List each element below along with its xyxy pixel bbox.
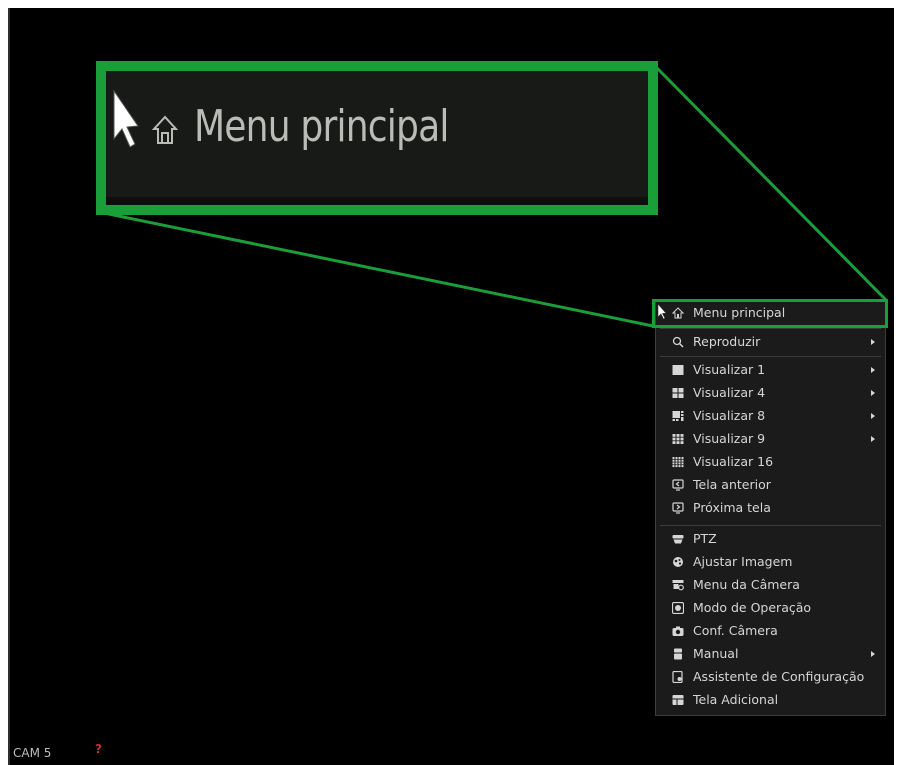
additional-screen-icon (672, 695, 684, 705)
menu-item-label: Visualizar 1 (693, 362, 766, 377)
menu-item-visualizar-1[interactable]: Visualizar 1 (656, 359, 885, 381)
menu-item-visualizar-9[interactable]: Visualizar 9 (656, 428, 885, 450)
menu-item-conf-camera[interactable]: Conf. Câmera (656, 620, 885, 642)
single-view-icon (672, 365, 684, 375)
search-icon (672, 336, 684, 348)
menu-separator (660, 525, 881, 526)
submenu-arrow-icon (871, 651, 875, 657)
menu-item-label: Ajustar Imagem (693, 554, 793, 569)
manual-icon (674, 648, 682, 660)
submenu-arrow-icon (871, 413, 875, 419)
menu-item-proxima-tela[interactable]: Próxima tela (656, 497, 885, 519)
image-adjust-icon (673, 557, 683, 567)
menu-item-menu-da-camera[interactable]: Menu da Câmera (656, 574, 885, 596)
menu-item-label: Assistente de Configuração (693, 669, 865, 684)
menu-item-manual[interactable]: Manual (656, 643, 885, 665)
dvr-screen: Menu principal Menu principal Reproduzir (0, 0, 898, 765)
sixteen-view-icon (672, 457, 684, 468)
quad-view-icon (672, 388, 684, 398)
menu-item-assistente-de-configuracao[interactable]: Assistente de Configuração (656, 666, 885, 688)
menu-item-label: Próxima tela (693, 500, 771, 515)
menu-item-label: Tela Adicional (693, 692, 779, 707)
menu-item-ptz[interactable]: PTZ (656, 528, 885, 550)
submenu-arrow-icon (871, 367, 875, 373)
menu-item-tela-anterior[interactable]: Tela anterior (656, 474, 885, 496)
camera-settings-icon (672, 626, 684, 636)
menu-item-label: Visualizar 16 (693, 454, 774, 469)
menu-item-label: PTZ (693, 531, 717, 546)
menu-separator (660, 356, 881, 357)
context-menu: Menu principal Reproduzir Visualizar 1 V… (655, 299, 886, 716)
zoom-callout-shadow (106, 197, 648, 205)
zoom-callout: Menu principal (96, 61, 658, 215)
previous-screen-icon (672, 479, 684, 491)
submenu-arrow-icon (871, 339, 875, 345)
menu-item-label: Reproduzir (693, 334, 761, 349)
mouse-cursor-icon (657, 303, 667, 320)
menu-item-label: Manual (693, 646, 739, 661)
camera-menu-icon (672, 580, 684, 591)
menu-item-visualizar-4[interactable]: Visualizar 4 (656, 382, 885, 404)
camera-label: CAM 5 (13, 746, 52, 760)
menu-item-highlight-frame (652, 299, 888, 328)
eight-view-icon (672, 411, 684, 421)
menu-item-label: Tela anterior (693, 477, 771, 492)
home-icon (152, 115, 178, 144)
submenu-arrow-icon (871, 436, 875, 442)
menu-item-modo-de-operacao[interactable]: Modo de Operação (656, 597, 885, 619)
operation-mode-icon (672, 602, 684, 614)
menu-item-label: Modo de Operação (693, 600, 812, 615)
menu-separator (660, 328, 881, 329)
menu-item-visualizar-8[interactable]: Visualizar 8 (656, 405, 885, 427)
next-screen-icon (672, 502, 684, 514)
menu-item-label: Menu da Câmera (693, 577, 800, 592)
status-indicator: ? (95, 742, 102, 756)
menu-item-tela-adicional[interactable]: Tela Adicional (656, 689, 885, 711)
nine-view-icon (672, 434, 684, 444)
menu-item-ajustar-imagem[interactable]: Ajustar Imagem (656, 551, 885, 573)
menu-item-label: Visualizar 9 (693, 431, 766, 446)
screen-left-border (8, 8, 10, 765)
menu-item-visualizar-16[interactable]: Visualizar 16 (656, 451, 885, 473)
setup-wizard-icon (672, 671, 683, 683)
ptz-icon (672, 535, 684, 544)
mouse-cursor-icon (113, 89, 139, 148)
submenu-arrow-icon (871, 390, 875, 396)
zoom-callout-label: Menu principal (194, 101, 449, 152)
menu-item-label: Conf. Câmera (693, 623, 778, 638)
menu-item-reproduzir[interactable]: Reproduzir (656, 331, 885, 353)
menu-item-label: Visualizar 8 (693, 408, 766, 423)
menu-item-label: Visualizar 4 (693, 385, 766, 400)
